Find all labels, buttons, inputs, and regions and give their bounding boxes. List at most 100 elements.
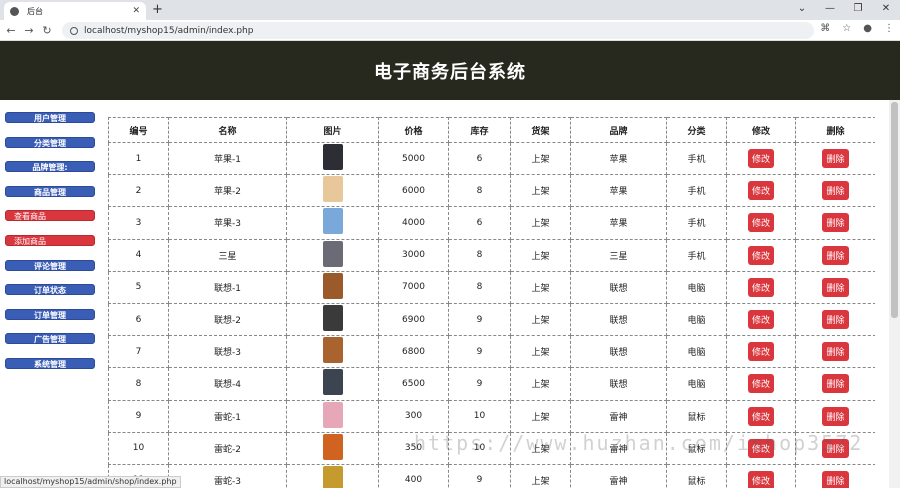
cell-name: 三星 (168, 238, 287, 272)
sidebar-item[interactable]: 广告管理 (5, 333, 95, 345)
cell-image (286, 399, 379, 433)
sidebar-item[interactable]: 订单状态 (5, 284, 95, 296)
cell-image (286, 270, 379, 304)
cell-edit: 修改 (726, 238, 796, 272)
sidebar-item[interactable]: 订单管理 (5, 308, 95, 320)
browser-tab[interactable]: 后台 ✕ (4, 2, 146, 20)
edit-button[interactable]: 修改 (747, 245, 774, 265)
translate-icon[interactable]: ⌘ (820, 23, 830, 34)
cell-edit: 修改 (726, 463, 796, 488)
delete-button[interactable]: 删除 (822, 181, 849, 201)
reload-icon[interactable]: ↻ (40, 24, 54, 37)
edit-button[interactable]: 修改 (747, 213, 774, 233)
scrollbar-thumb[interactable] (891, 102, 898, 318)
cell-image (286, 302, 379, 337)
table-header-row: 编号 名称 图片 价格 库存 货架 品牌 分类 修改 删除 (108, 117, 875, 143)
product-thumbnail (322, 208, 343, 235)
page-header: 电子商务后台系统 (0, 41, 900, 100)
vertical-scrollbar[interactable] (889, 100, 900, 488)
column-header: 品牌 (570, 117, 667, 143)
edit-button[interactable]: 修改 (747, 470, 774, 488)
sidebar: 用户管理分类管理品牌管理: 商品管理查看商品添加商品评论管理订单状态订单管理广告管… (5, 112, 95, 383)
cell-shelf: 上架 (510, 463, 571, 488)
cell-stock: 9 (448, 302, 511, 337)
sidebar-item[interactable]: 分类管理 (5, 136, 95, 148)
close-window-icon[interactable]: ✕ (872, 0, 900, 20)
cell-stock: 6 (448, 141, 511, 176)
minimize-icon[interactable]: — (816, 0, 844, 20)
table-row: 5 联想-1 7000 8 上架 联想 电脑 修改 删除 (108, 270, 875, 304)
cell-image (286, 367, 379, 401)
edit-button[interactable]: 修改 (747, 277, 774, 297)
table-row: 4 三星 3000 8 上架 三星 手机 修改 删除 (108, 238, 875, 272)
edit-button[interactable]: 修改 (747, 181, 774, 201)
cell-id: 9 (108, 399, 169, 433)
delete-button[interactable]: 删除 (822, 470, 849, 488)
delete-button[interactable]: 删除 (822, 310, 849, 330)
column-header: 分类 (666, 117, 727, 143)
delete-button[interactable]: 删除 (822, 213, 849, 233)
delete-button[interactable]: 删除 (822, 374, 849, 394)
globe-icon (10, 6, 19, 16)
chevron-down-icon[interactable]: ⌄ (788, 0, 816, 20)
cell-delete: 删除 (795, 174, 875, 208)
table-row: 3 苹果-3 4000 6 上架 苹果 手机 修改 删除 (108, 206, 875, 240)
star-icon[interactable]: ☆ (842, 23, 851, 34)
sidebar-item[interactable]: 添加商品 (5, 234, 95, 246)
cell-image (286, 238, 379, 272)
column-header: 编号 (108, 117, 169, 143)
cell-name: 苹果-2 (168, 174, 287, 208)
cell-name: 联想-1 (168, 270, 287, 304)
cell-category: 电脑 (666, 270, 727, 304)
edit-button[interactable]: 修改 (747, 374, 774, 394)
sidebar-item[interactable]: 系统管理 (5, 357, 95, 369)
product-thumbnail (322, 433, 343, 460)
cell-shelf: 上架 (510, 141, 571, 176)
cell-id: 4 (108, 238, 169, 272)
profile-icon[interactable]: ● (863, 23, 872, 34)
cell-category: 电脑 (666, 367, 727, 401)
cell-category: 鼠标 (666, 399, 727, 433)
product-thumbnail (322, 369, 343, 396)
delete-button[interactable]: 删除 (822, 406, 849, 426)
cell-stock: 9 (448, 335, 511, 369)
delete-button[interactable]: 删除 (822, 277, 849, 297)
cell-brand: 联想 (570, 302, 667, 337)
cell-id: 3 (108, 206, 169, 240)
sidebar-item[interactable]: 商品管理 (5, 185, 95, 197)
menu-icon[interactable]: ⋮ (884, 23, 894, 34)
cell-shelf: 上架 (510, 174, 571, 208)
url-field[interactable]: localhost/myshop15/admin/index.php (62, 22, 814, 39)
site-info-icon[interactable] (70, 26, 78, 35)
sidebar-item[interactable]: 评论管理 (5, 259, 95, 271)
edit-button[interactable]: 修改 (747, 310, 774, 330)
maximize-icon[interactable]: ❐ (844, 0, 872, 20)
delete-button[interactable]: 删除 (822, 342, 849, 362)
close-tab-icon[interactable]: ✕ (132, 6, 140, 16)
column-header: 价格 (378, 117, 449, 143)
cell-stock: 8 (448, 174, 511, 208)
edit-button[interactable]: 修改 (747, 406, 774, 426)
back-icon[interactable]: ← (4, 24, 18, 37)
delete-button[interactable]: 删除 (822, 245, 849, 265)
table-row: 9 雷蛇-1 300 10 上架 雷神 鼠标 修改 删除 (108, 399, 875, 433)
table-row: 6 联想-2 6900 9 上架 联想 电脑 修改 删除 (108, 302, 875, 337)
cell-brand: 苹果 (570, 206, 667, 240)
cell-id: 6 (108, 302, 169, 337)
column-header: 库存 (448, 117, 511, 143)
cell-brand: 联想 (570, 270, 667, 304)
edit-button[interactable]: 修改 (747, 149, 774, 169)
forward-icon[interactable]: → (22, 24, 36, 37)
cell-category: 手机 (666, 238, 727, 272)
cell-name: 联想-3 (168, 335, 287, 369)
column-header: 名称 (168, 117, 287, 143)
cell-name: 雷蛇-2 (168, 431, 287, 465)
cell-shelf: 上架 (510, 238, 571, 272)
sidebar-item[interactable]: 品牌管理: (5, 161, 95, 173)
sidebar-item[interactable]: 用户管理 (5, 112, 95, 123)
cell-edit: 修改 (726, 302, 796, 337)
edit-button[interactable]: 修改 (747, 342, 774, 362)
new-tab-icon[interactable]: + (152, 2, 163, 17)
delete-button[interactable]: 删除 (822, 149, 849, 169)
sidebar-item[interactable]: 查看商品 (5, 210, 95, 222)
